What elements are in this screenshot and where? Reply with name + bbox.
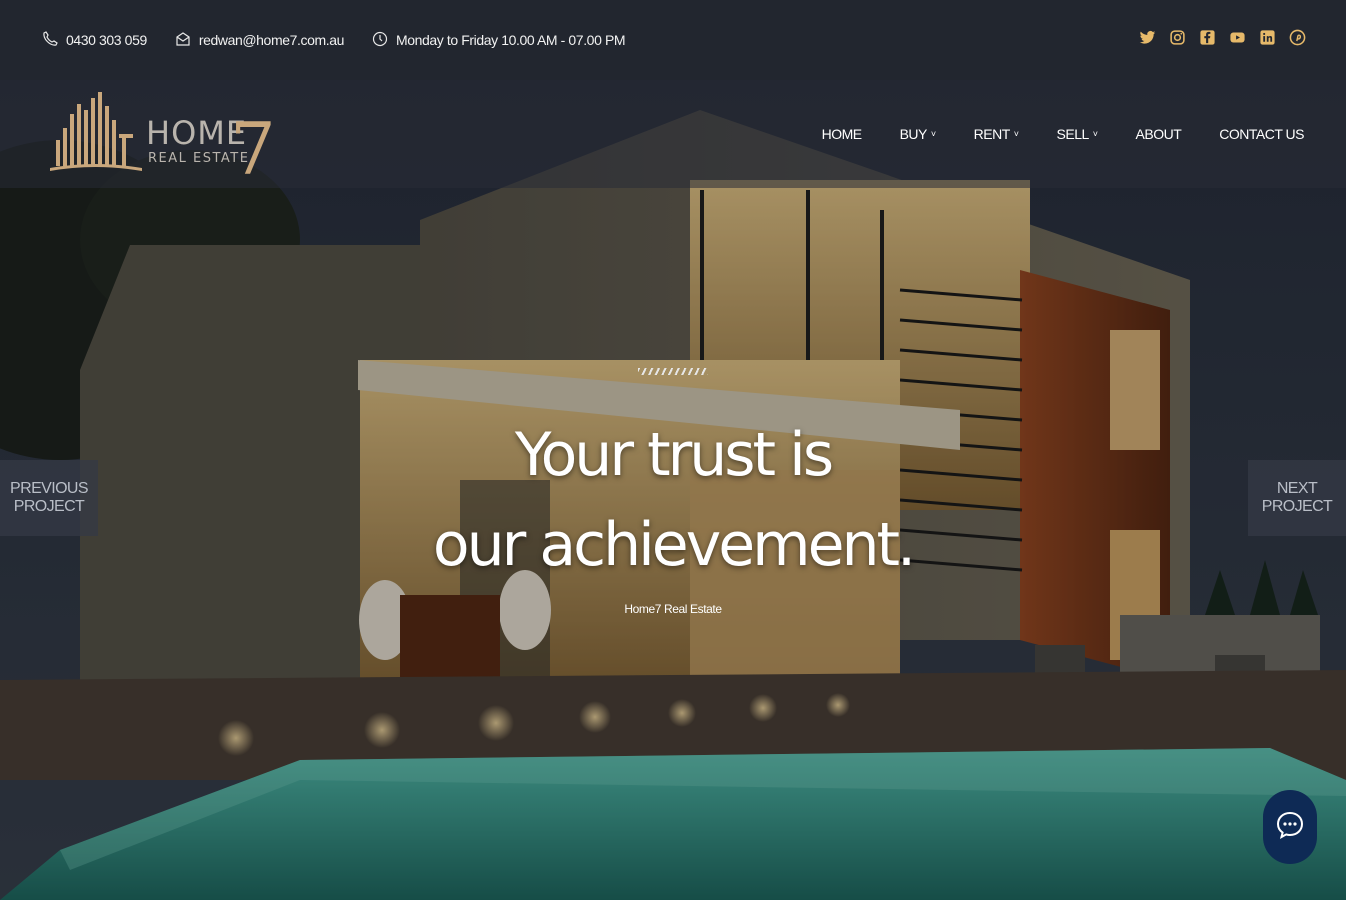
next-project-button[interactable]: NEXT PROJECT <box>1248 460 1346 536</box>
chat-bubble-icon <box>1274 809 1306 846</box>
email-address: redwan@home7.com.au <box>198 32 345 48</box>
next-label-line1: NEXT <box>1276 480 1318 497</box>
hero-headline-line1: Your trust is <box>514 420 834 490</box>
mail-icon <box>175 31 199 50</box>
nav-sell[interactable]: SELL ˅ <box>1057 126 1098 142</box>
social-links <box>1126 28 1306 46</box>
phone-icon <box>42 30 66 50</box>
hours-text: Monday to Friday 10.00 AM - 07.00 PM <box>395 32 626 48</box>
chevron-down-icon: ˅ <box>1092 129 1098 139</box>
primary-nav: HOME BUY ˅ RENT ˅ SELL ˅ ABOUT CONTACT US <box>784 126 1305 142</box>
email-contact[interactable]: redwan@home7.com.au <box>175 31 344 50</box>
chevron-down-icon: ˅ <box>930 129 936 139</box>
nav-contact-us[interactable]: CONTACT US <box>1219 126 1304 142</box>
main-navbar: HOME REAL ESTATE 7 HOME BUY ˅ RENT ˅ SELL ˅… <box>0 80 1346 191</box>
instagram-icon[interactable] <box>1168 28 1186 46</box>
twitter-icon[interactable] <box>1138 28 1156 46</box>
building-logo-icon <box>50 92 142 171</box>
nav-rent[interactable]: RENT ˅ <box>974 126 1019 142</box>
opening-hours: Monday to Friday 10.00 AM - 07.00 PM <box>372 31 626 50</box>
facebook-icon[interactable] <box>1198 28 1216 46</box>
decorative-divider <box>638 368 708 375</box>
clock-icon <box>372 31 396 50</box>
home7-logo[interactable]: HOME REAL ESTATE 7 <box>50 90 280 191</box>
phone-contact[interactable]: 0430 303 059 <box>42 30 147 50</box>
hero-headline-line2: our achievement. <box>432 510 916 580</box>
previous-project-button[interactable]: PREVIOUS PROJECT <box>0 460 98 536</box>
chat-button[interactable] <box>1263 790 1317 864</box>
contact-info: 0430 303 059 redwan@home7.com.au Monday … <box>42 30 653 50</box>
linkedin-icon[interactable] <box>1258 28 1276 46</box>
previous-label-line1: PREVIOUS <box>10 480 88 497</box>
chevron-down-icon: ˅ <box>1013 129 1019 139</box>
svg-text:7: 7 <box>230 107 276 182</box>
top-bar: 0430 303 059 redwan@home7.com.au Monday … <box>0 0 1346 80</box>
nav-about[interactable]: ABOUT <box>1136 126 1182 142</box>
phone-number: 0430 303 059 <box>66 32 147 48</box>
nav-buy[interactable]: BUY ˅ <box>900 126 937 142</box>
youtube-icon[interactable] <box>1228 28 1246 46</box>
pinterest-icon[interactable] <box>1288 28 1306 46</box>
next-label-line2: PROJECT <box>1261 498 1333 515</box>
hero-subline: Home7 Real Estate <box>624 602 722 616</box>
previous-label-line2: PROJECT <box>13 498 85 515</box>
nav-home[interactable]: HOME <box>822 126 863 142</box>
